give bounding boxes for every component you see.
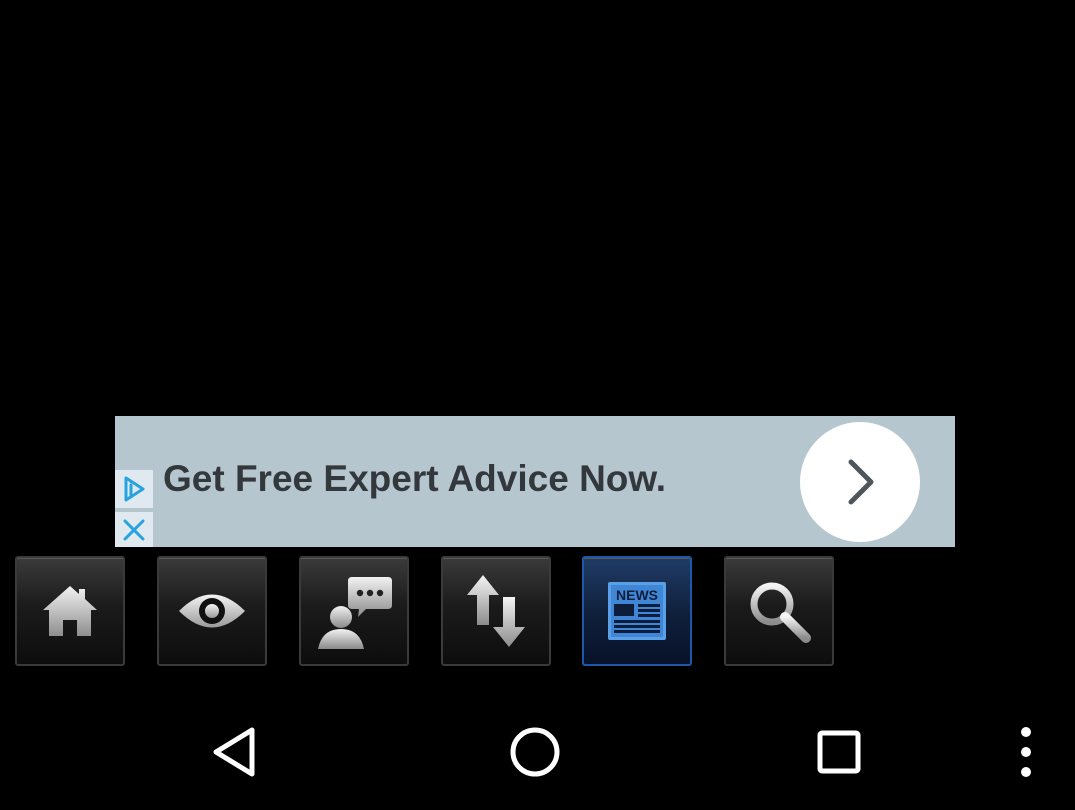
sort-button[interactable] bbox=[441, 556, 551, 666]
toolbar: NEWS bbox=[0, 555, 1075, 670]
search-icon bbox=[750, 582, 811, 643]
up-down-arrows-icon bbox=[467, 575, 525, 647]
view-button[interactable] bbox=[157, 556, 267, 666]
close-icon[interactable] bbox=[115, 512, 153, 547]
adchoices-icon[interactable] bbox=[115, 470, 153, 508]
home-nav-button[interactable] bbox=[503, 720, 567, 784]
home-circle-icon bbox=[510, 727, 560, 777]
news-button[interactable]: NEWS bbox=[582, 556, 692, 666]
overflow-menu-icon bbox=[1021, 727, 1031, 777]
chat-button[interactable] bbox=[299, 556, 409, 666]
recents-button[interactable] bbox=[807, 720, 871, 784]
news-label: NEWS bbox=[616, 587, 658, 603]
system-navbar bbox=[0, 690, 1075, 810]
content-area bbox=[0, 0, 1075, 416]
home-button[interactable] bbox=[15, 556, 125, 666]
home-icon bbox=[43, 586, 97, 636]
chevron-right-icon bbox=[848, 459, 874, 505]
ad-headline[interactable]: Get Free Expert Advice Now. bbox=[163, 458, 666, 500]
recents-icon bbox=[817, 730, 861, 774]
overflow-menu-button[interactable] bbox=[990, 720, 1054, 784]
back-button[interactable] bbox=[202, 720, 266, 784]
search-button[interactable] bbox=[724, 556, 834, 666]
news-icon: NEWS bbox=[608, 582, 666, 640]
ad-banner[interactable]: Get Free Expert Advice Now. bbox=[115, 416, 955, 547]
app-screen: Get Free Expert Advice Now. NEWS bbox=[0, 0, 1075, 810]
back-icon bbox=[213, 727, 255, 777]
ad-open-button[interactable] bbox=[800, 422, 920, 542]
eye-icon bbox=[179, 594, 245, 628]
chat-user-icon bbox=[318, 577, 392, 649]
